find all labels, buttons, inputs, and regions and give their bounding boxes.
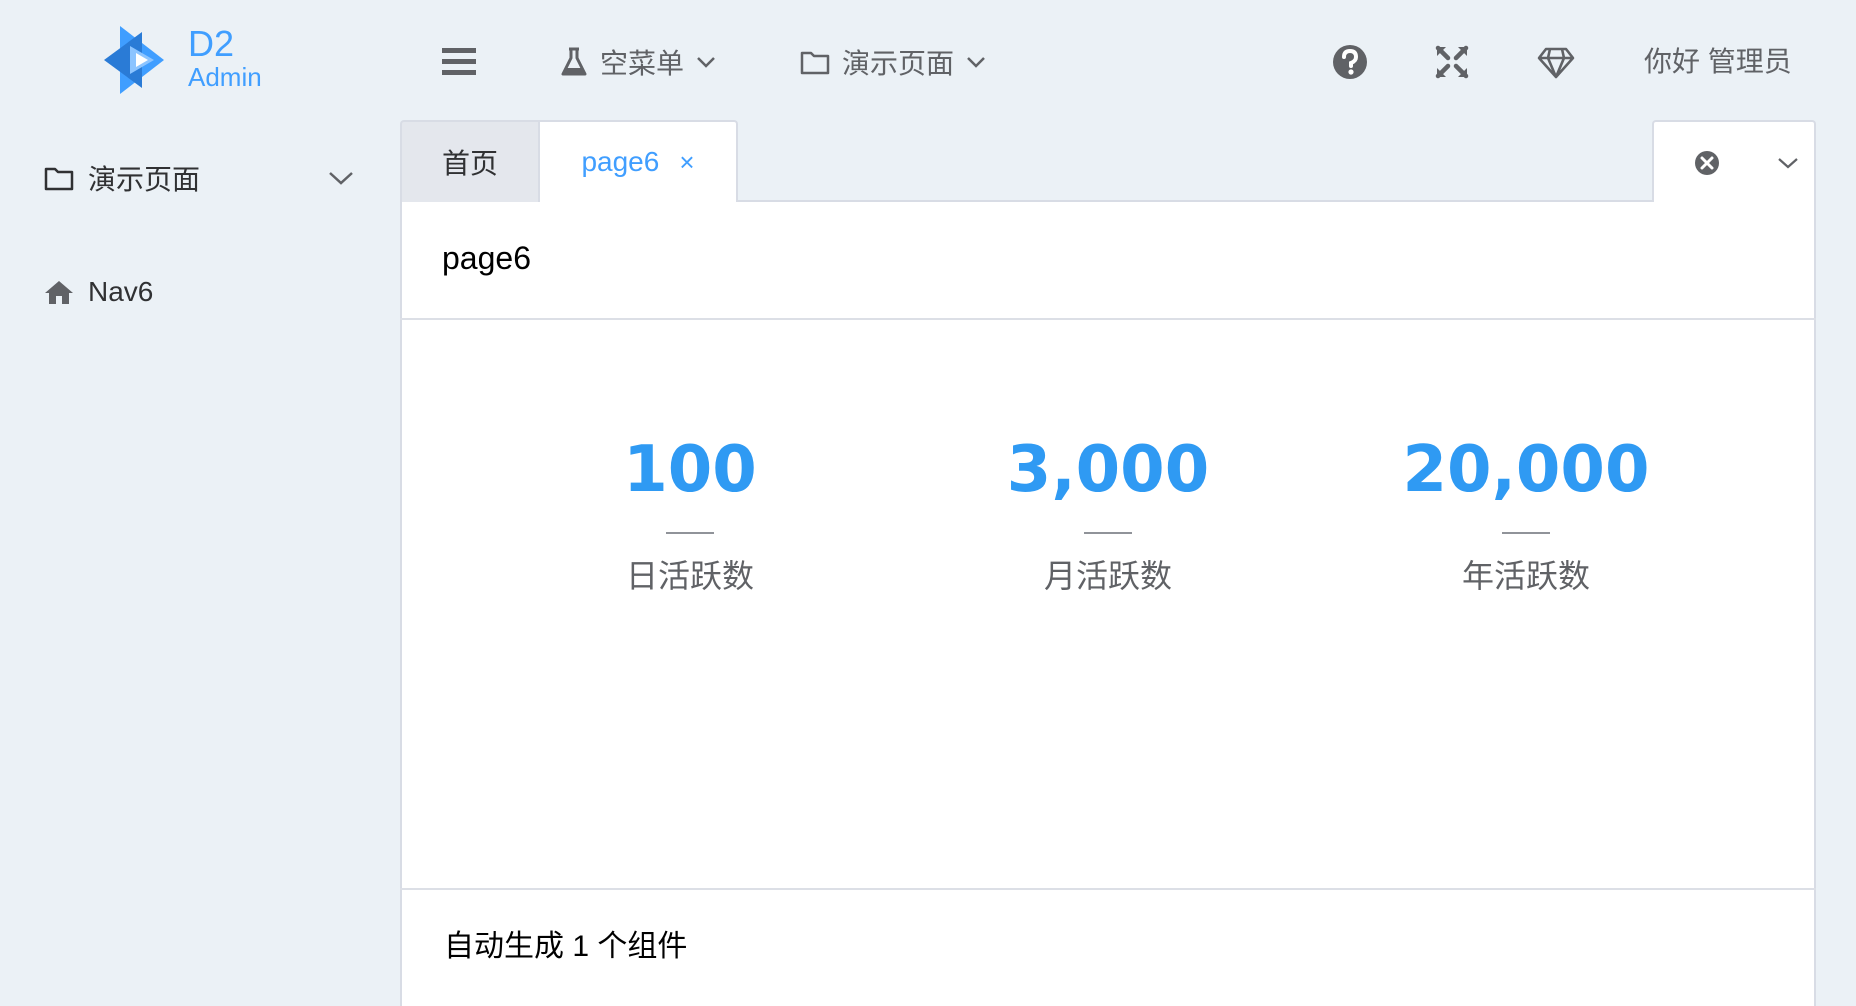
content-panel: [400, 200, 1816, 1006]
fullscreen-icon[interactable]: [1432, 42, 1472, 82]
stat-value: 100: [623, 433, 757, 507]
content-header: [400, 200, 1816, 320]
logo-subtitle: Admin: [188, 62, 262, 92]
stat-value: 3,000: [1006, 433, 1210, 507]
folder-icon: [44, 165, 74, 191]
tab-label: page6: [581, 146, 660, 177]
stat-divider: [1502, 532, 1550, 534]
header-menu-label: 演示页面: [842, 48, 955, 79]
sidebar-item-nav6[interactable]: Nav6: [44, 270, 153, 314]
tab-label: 首页: [441, 148, 498, 179]
stat-daily: 100 日活跃数: [540, 432, 840, 596]
close-icon[interactable]: ×: [679, 147, 694, 178]
footer-text: 自动生成 1 个组件: [444, 930, 688, 963]
chevron-down-icon: [966, 55, 986, 69]
header-menu-label: 空菜单: [600, 48, 685, 79]
stat-label: 月活跃数: [1043, 558, 1172, 594]
home-icon: [44, 279, 74, 305]
stat-label: 年活跃数: [1461, 558, 1590, 594]
sidebar-submenu-label: 演示页面: [88, 164, 201, 195]
content-footer-divider: [400, 888, 1816, 890]
help-circle-icon[interactable]: [1330, 42, 1370, 82]
header-menu-demo[interactable]: 演示页面: [800, 40, 986, 84]
chevron-down-icon: [328, 170, 354, 186]
chevron-down-icon: [696, 55, 716, 69]
flask-icon: [560, 47, 588, 77]
close-all-tabs-icon[interactable]: [1692, 148, 1722, 178]
chevron-down-icon[interactable]: [1776, 152, 1800, 174]
page-title: page6: [442, 240, 531, 276]
stat-monthly: 3,000 月活跃数: [958, 432, 1258, 596]
sidebar-submenu-demo[interactable]: 演示页面: [44, 156, 354, 200]
logo-title: D2: [188, 23, 235, 64]
header-menu-empty[interactable]: 空菜单: [560, 40, 716, 84]
folder-icon: [800, 49, 830, 75]
sidebar-item-label: Nav6: [88, 276, 154, 307]
menu-toggle-icon[interactable]: [440, 46, 478, 78]
tab-home[interactable]: 首页: [400, 120, 540, 202]
d2-logo-icon: [104, 26, 164, 94]
stat-divider: [666, 532, 714, 534]
stat-yearly: 20,000 年活跃数: [1376, 432, 1676, 596]
stat-divider: [1084, 532, 1132, 534]
user-greeting[interactable]: 你好 管理员: [1644, 42, 1792, 82]
stat-value: 20,000: [1402, 433, 1650, 507]
diamond-icon[interactable]: [1536, 42, 1576, 82]
tab-page6[interactable]: page6 ×: [540, 120, 738, 202]
stat-label: 日活跃数: [625, 558, 754, 594]
